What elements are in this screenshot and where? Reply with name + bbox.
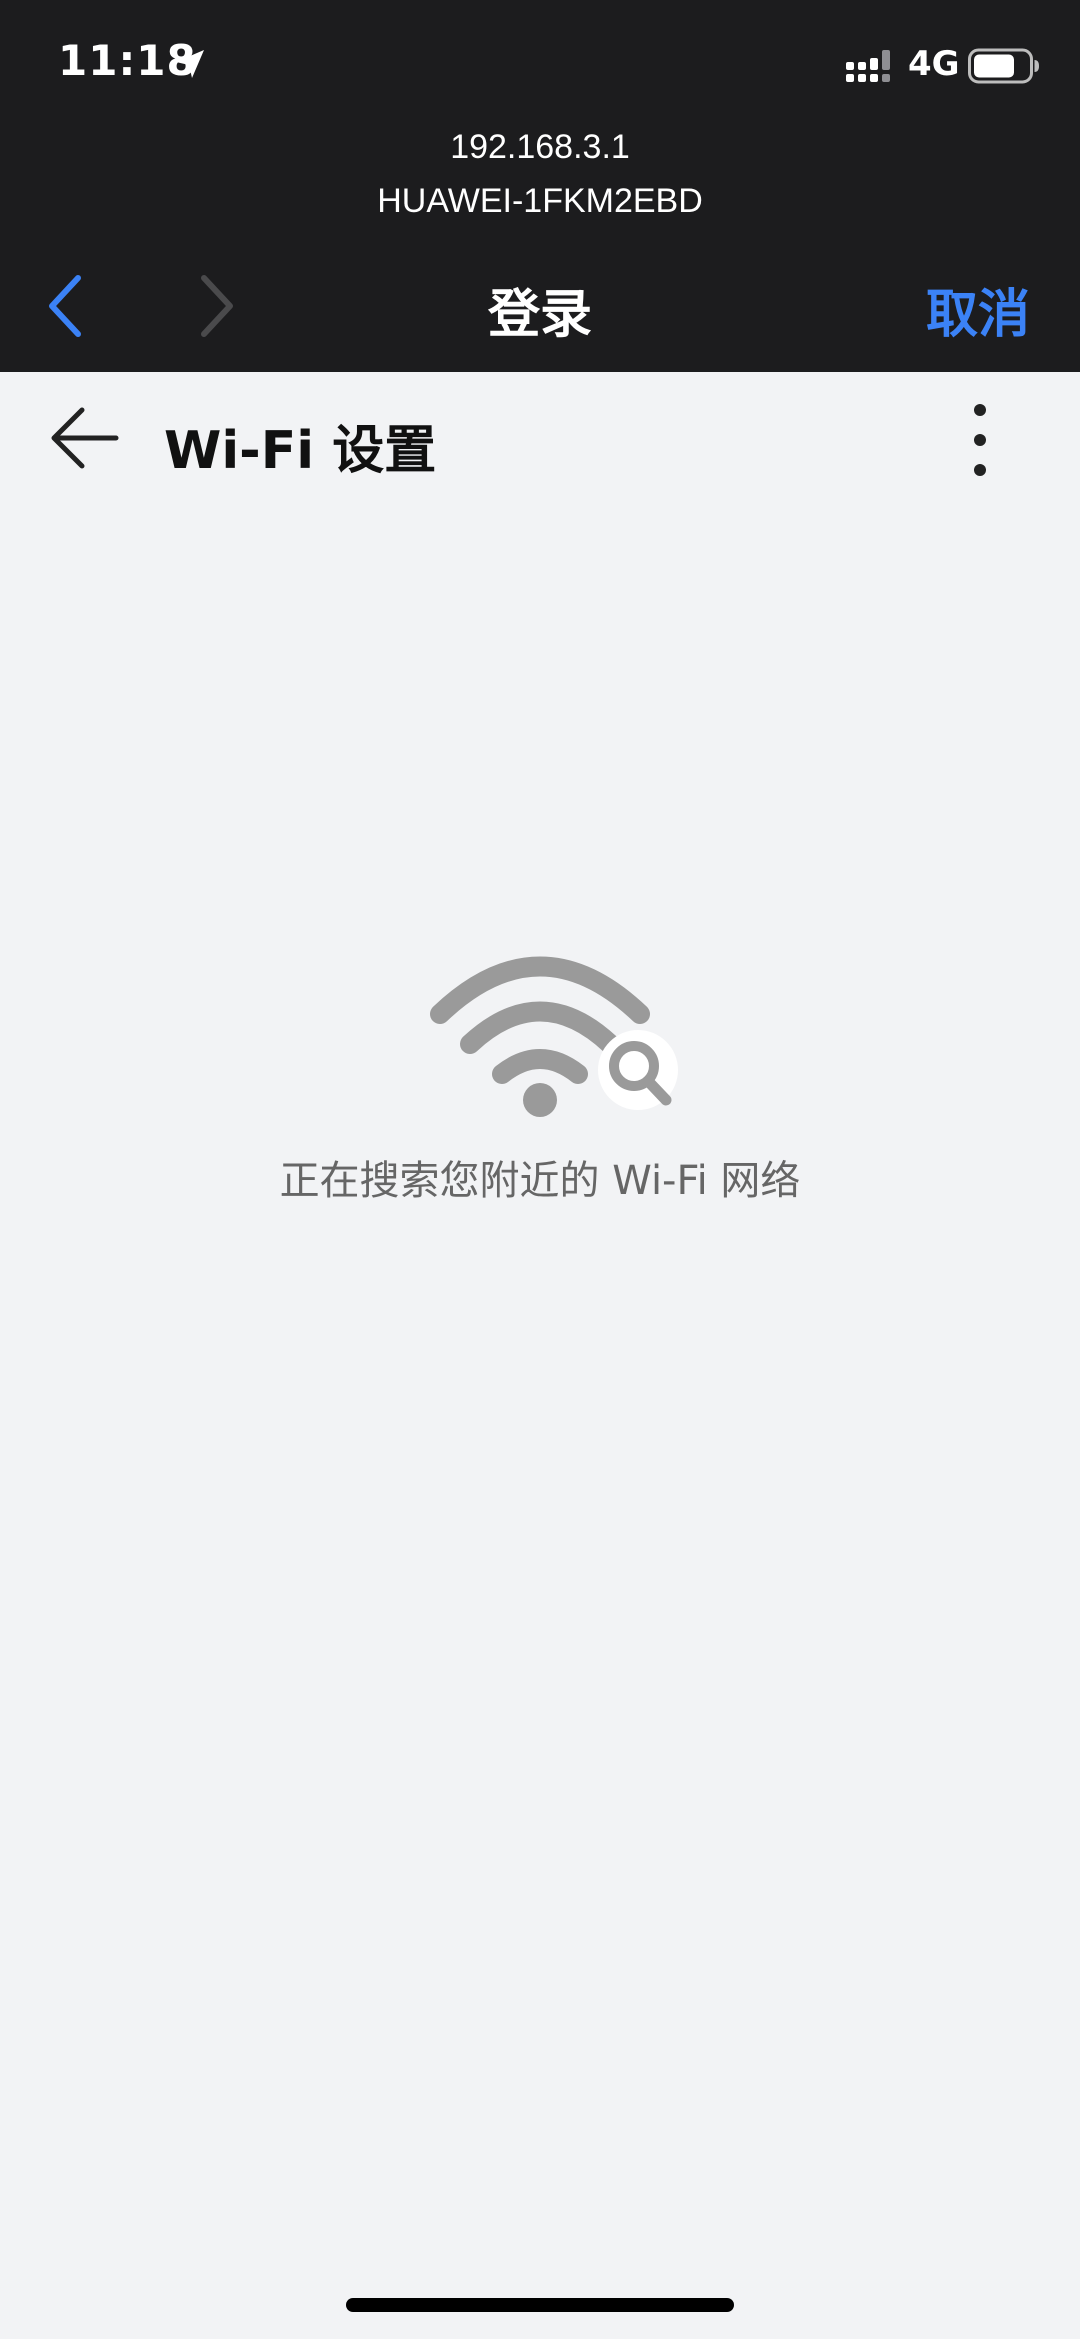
portal-host: 192.168.3.1: [450, 128, 630, 166]
more-vertical-icon[interactable]: [962, 402, 998, 478]
home-indicator[interactable]: [346, 2298, 734, 2312]
app-bar: Wi-Fi 设置: [0, 372, 1080, 504]
cancel-button[interactable]: 取消: [926, 272, 1030, 347]
page-title: Wi-Fi 设置: [164, 421, 437, 481]
wifi-search-icon: [430, 956, 678, 1117]
portal-header: 11:18 4G 192.168.3.1 HUAWEI-1FKM2EBD 登录: [0, 0, 1080, 372]
battery-icon: [968, 48, 1039, 84]
searching-message: 正在搜索您附近的 Wi-Fi 网络: [279, 1158, 801, 1204]
network-type: 4G: [908, 44, 960, 84]
portal-title: 登录: [487, 285, 592, 345]
portal-ssid: HUAWEI-1FKM2EBD: [377, 182, 703, 220]
arrow-left-icon[interactable]: [48, 400, 124, 476]
status-bar: 11:18 4G: [0, 0, 1080, 130]
signal-icon: [846, 50, 890, 82]
location-arrow-icon: [176, 50, 204, 78]
chevron-right-icon: [201, 275, 233, 337]
chevron-left-icon[interactable]: [40, 270, 92, 342]
content-area: 正在搜索您附近的 Wi-Fi 网络: [0, 504, 1080, 2339]
